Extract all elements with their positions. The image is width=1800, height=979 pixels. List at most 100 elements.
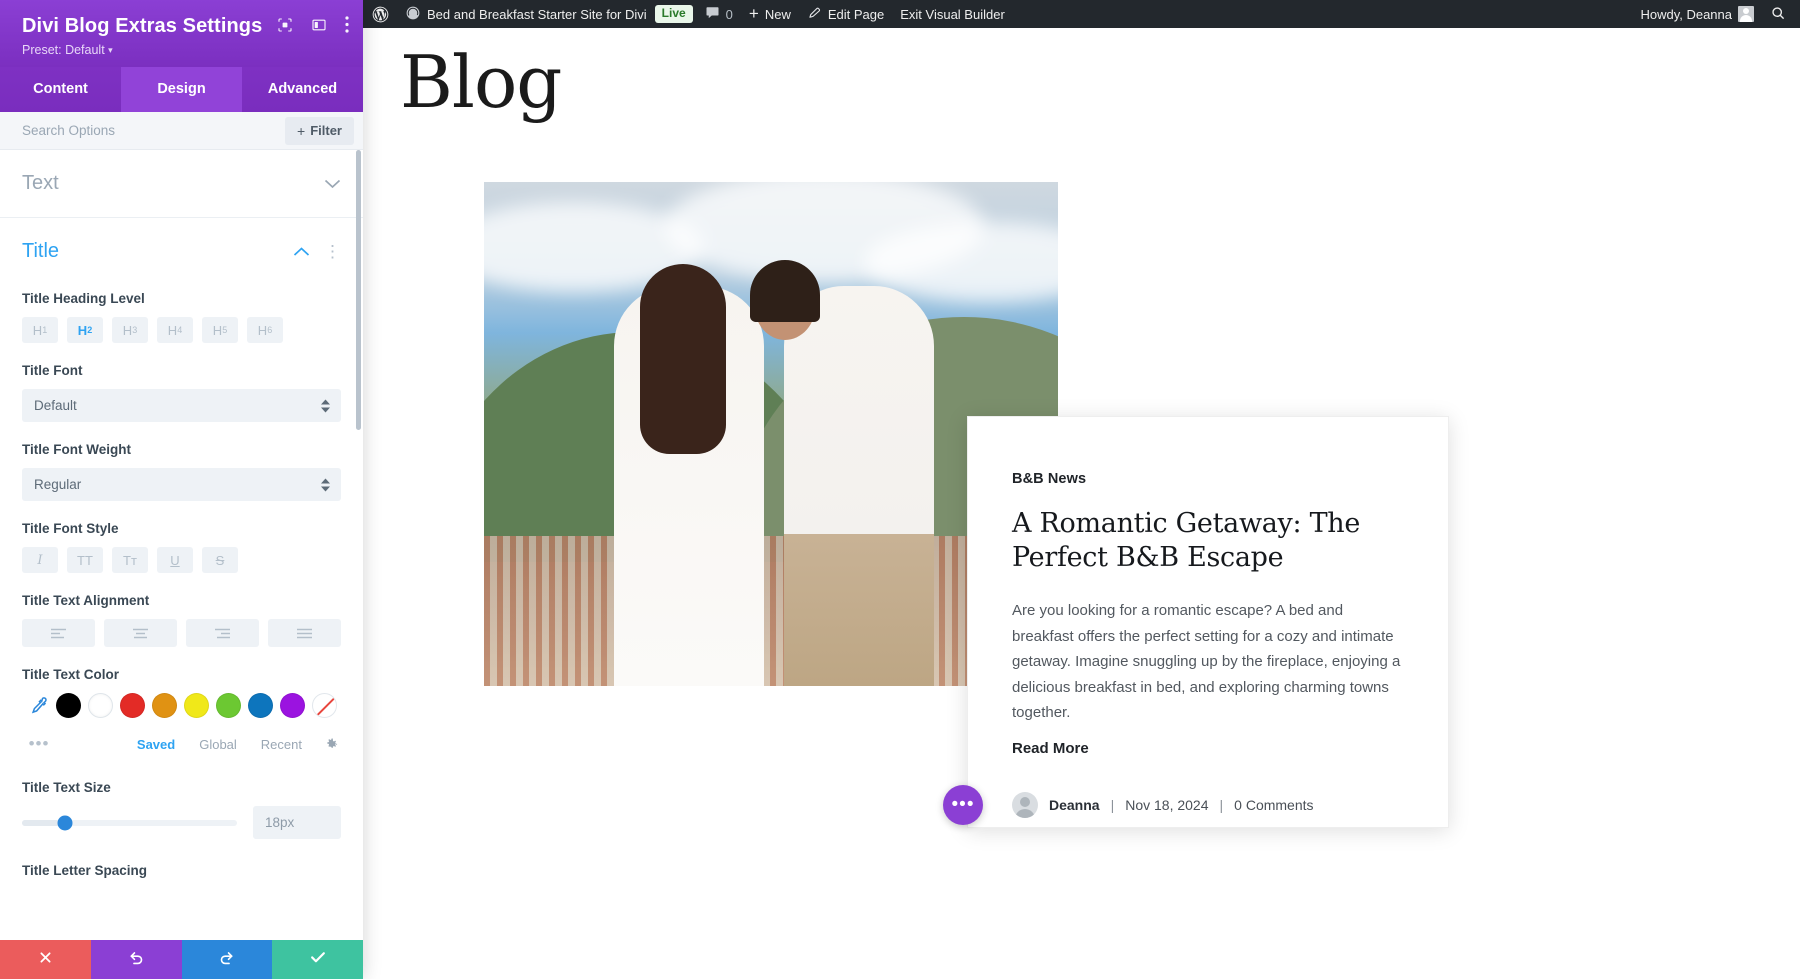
page-title: Blog bbox=[400, 40, 562, 124]
gear-icon[interactable] bbox=[324, 737, 339, 752]
align-left-icon[interactable] bbox=[22, 619, 95, 647]
color-tab-saved[interactable]: Saved bbox=[137, 737, 175, 752]
option-title-font-weight: Title Font Weight Regular bbox=[22, 422, 341, 501]
adminbar-search-button[interactable] bbox=[1762, 0, 1800, 28]
option-title-text-size: Title Text Size 18px bbox=[22, 754, 341, 839]
align-right-icon[interactable] bbox=[186, 619, 259, 647]
font-style-strikethrough-icon[interactable]: S bbox=[202, 547, 238, 573]
font-style-uppercase-icon[interactable]: TT bbox=[67, 547, 103, 573]
title-font-weight-select[interactable]: Regular bbox=[22, 468, 341, 501]
save-button[interactable] bbox=[272, 940, 363, 979]
color-tab-global[interactable]: Global bbox=[199, 737, 237, 752]
heading-level-h3[interactable]: H3 bbox=[112, 317, 148, 343]
post-card[interactable]: B&B News A Romantic Getaway: The Perfect… bbox=[967, 416, 1449, 828]
tab-design[interactable]: Design bbox=[121, 67, 242, 112]
option-label: Title Font Style bbox=[22, 521, 119, 536]
search-input[interactable] bbox=[22, 123, 286, 138]
title-text-size-input[interactable]: 18px bbox=[253, 806, 341, 839]
toggle-section-title[interactable]: Title ⋮ bbox=[0, 218, 363, 271]
more-vertical-icon[interactable] bbox=[345, 16, 349, 33]
tab-advanced[interactable]: Advanced bbox=[242, 67, 363, 112]
eyedropper-icon[interactable] bbox=[22, 696, 56, 715]
align-justify-icon[interactable] bbox=[268, 619, 341, 647]
select-stepper-icon bbox=[321, 478, 330, 491]
font-style-smallcaps-icon[interactable]: Tᴛ bbox=[112, 547, 148, 573]
select-value: Regular bbox=[34, 477, 82, 492]
option-title-text-color: Title Text Color ••• Saved Global Recent bbox=[22, 647, 341, 754]
live-status-badge: Live bbox=[654, 0, 697, 28]
select-stepper-icon bbox=[321, 399, 330, 412]
page-settings-fab-button[interactable]: ••• bbox=[943, 785, 983, 825]
title-options-section: Title Heading Level H1 H2 H3 H4 H5 H6 Ti… bbox=[0, 271, 363, 878]
edit-page-button[interactable]: Edit Page bbox=[799, 0, 892, 28]
align-center-icon[interactable] bbox=[104, 619, 177, 647]
toggle-label-text: Text bbox=[22, 172, 59, 194]
tab-content[interactable]: Content bbox=[0, 67, 121, 112]
filter-label: Filter bbox=[310, 123, 342, 138]
option-title-font-style: Title Font Style I TT Tᴛ U S bbox=[22, 501, 341, 573]
swatch-green[interactable] bbox=[216, 693, 241, 718]
panel-header-actions bbox=[277, 16, 349, 33]
btn-sub: 6 bbox=[267, 325, 273, 335]
panel-footer bbox=[0, 940, 363, 979]
post-comment-count[interactable]: 0 Comments bbox=[1234, 797, 1313, 813]
title-text-size-slider[interactable] bbox=[22, 815, 237, 830]
redo-button[interactable] bbox=[181, 940, 273, 979]
toggle-section-text[interactable]: Text bbox=[0, 150, 363, 218]
swatch-red[interactable] bbox=[120, 693, 145, 718]
option-title-text-alignment: Title Text Alignment bbox=[22, 573, 341, 647]
font-style-italic-icon[interactable]: I bbox=[22, 547, 58, 573]
responsive-preview-icon[interactable] bbox=[277, 17, 293, 33]
btn-sub: 5 bbox=[222, 325, 228, 335]
preset-selector[interactable]: Preset: Default ▾ bbox=[22, 43, 347, 57]
cancel-button[interactable] bbox=[0, 940, 91, 979]
chevron-up-icon bbox=[293, 246, 310, 257]
account-menu[interactable]: Howdy, Deanna bbox=[1632, 0, 1762, 28]
plus-icon: + bbox=[297, 122, 306, 139]
meta-separator: | bbox=[1110, 796, 1115, 813]
post-category[interactable]: B&B News bbox=[1012, 471, 1402, 487]
slider-fill bbox=[22, 819, 61, 826]
swatch-yellow[interactable] bbox=[184, 693, 209, 718]
heading-level-h1[interactable]: H1 bbox=[22, 317, 58, 343]
font-style-underline-icon[interactable]: U bbox=[157, 547, 193, 573]
swatch-orange[interactable] bbox=[152, 693, 177, 718]
post-author[interactable]: Deanna bbox=[1049, 797, 1100, 813]
meta-separator: | bbox=[1219, 796, 1224, 813]
post-title[interactable]: A Romantic Getaway: The Perfect B&B Esca… bbox=[1012, 507, 1402, 575]
filter-button[interactable]: + Filter bbox=[285, 116, 354, 145]
dashboard-icon bbox=[405, 5, 421, 24]
wp-admin-bar: Bed and Breakfast Starter Site for Divi … bbox=[363, 0, 1800, 28]
chevron-down-icon bbox=[324, 179, 341, 189]
panel-scrollbar[interactable] bbox=[356, 150, 361, 430]
undo-button[interactable] bbox=[90, 940, 182, 979]
option-label: Title Font Weight bbox=[22, 442, 131, 457]
swatch-transparent[interactable] bbox=[312, 693, 337, 718]
read-more-link[interactable]: Read More bbox=[1012, 740, 1089, 757]
btn-sub: 1 bbox=[42, 325, 48, 335]
swatch-purple[interactable] bbox=[280, 693, 305, 718]
title-font-select[interactable]: Default bbox=[22, 389, 341, 422]
more-vertical-icon[interactable]: ⋮ bbox=[324, 243, 341, 260]
swatch-blue[interactable] bbox=[248, 693, 273, 718]
site-name-menu[interactable]: Bed and Breakfast Starter Site for Divi bbox=[397, 0, 655, 28]
exit-visual-builder-button[interactable]: Exit Visual Builder bbox=[892, 0, 1013, 28]
swatch-white[interactable] bbox=[88, 693, 113, 718]
color-tab-recent[interactable]: Recent bbox=[261, 737, 302, 752]
swatch-black[interactable] bbox=[56, 693, 81, 718]
comments-menu[interactable]: 0 bbox=[697, 0, 741, 28]
redo-icon bbox=[218, 949, 235, 971]
color-meta-row: ••• Saved Global Recent bbox=[22, 734, 341, 754]
more-horizontal-icon[interactable]: ••• bbox=[22, 734, 56, 754]
wordpress-logo-icon[interactable] bbox=[363, 0, 397, 28]
layout-toggle-icon[interactable] bbox=[311, 17, 327, 33]
panel-body: Text Title ⋮ Title Heading Level H 1 H 2… bbox=[0, 150, 363, 940]
font-style-button-group: I TT Tᴛ U S bbox=[22, 547, 341, 573]
hair-left bbox=[640, 264, 726, 454]
heading-level-h5[interactable]: H5 bbox=[202, 317, 238, 343]
heading-level-h6[interactable]: H6 bbox=[247, 317, 283, 343]
heading-level-h2[interactable]: H2 bbox=[67, 317, 103, 343]
new-content-menu[interactable]: + New bbox=[741, 0, 799, 28]
slider-thumb[interactable] bbox=[57, 815, 73, 830]
heading-level-h4[interactable]: H4 bbox=[157, 317, 193, 343]
